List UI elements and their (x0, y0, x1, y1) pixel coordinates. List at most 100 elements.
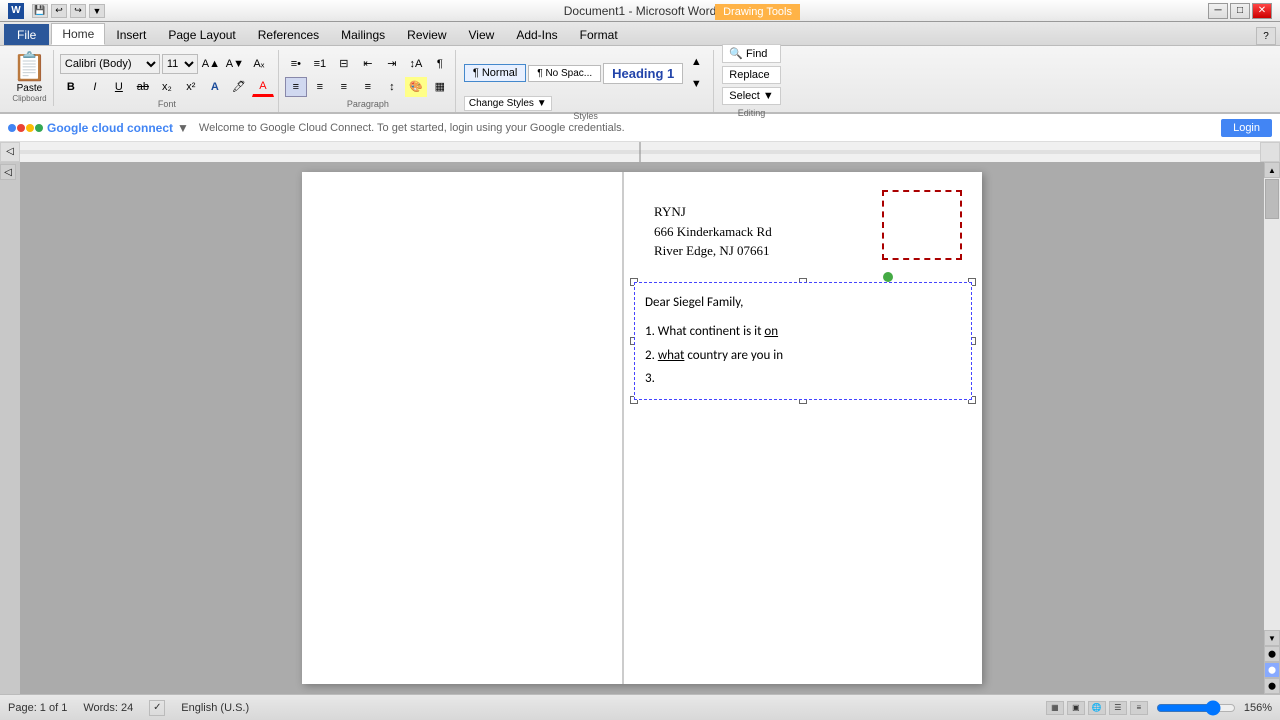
justify-btn[interactable]: ≡ (357, 77, 379, 97)
font-name-select[interactable]: Calibri (Body) (60, 54, 160, 74)
shading-btn[interactable]: 🎨 (405, 77, 427, 97)
view-full-screen[interactable]: ▣ (1067, 701, 1085, 715)
scroll-track[interactable] (1264, 178, 1280, 630)
scroll-thumb[interactable] (1265, 179, 1279, 219)
text-effects-btn[interactable]: A (204, 77, 226, 97)
tab-page-layout[interactable]: Page Layout (157, 24, 246, 45)
increase-font-btn[interactable]: A▲ (200, 54, 222, 74)
sort-btn[interactable]: ↕A (405, 54, 427, 74)
style-heading1[interactable]: Heading 1 (603, 63, 683, 84)
vertical-scrollbar: ▲ ▼ ⬤ ⬤ ⬤ (1264, 162, 1280, 694)
bullet-list-btn[interactable]: ≡• (285, 54, 307, 74)
scroll-select-browse[interactable]: ⬤ (1264, 662, 1280, 678)
border-btn[interactable]: ▦ (429, 77, 451, 97)
ruler-collapse-btn[interactable]: ◁ (0, 142, 20, 162)
align-right-btn[interactable]: ≡ (333, 77, 355, 97)
view-web[interactable]: 🌐 (1088, 701, 1106, 715)
minimize-button[interactable]: ─ (1208, 3, 1228, 19)
show-formatting-btn[interactable]: ¶ (429, 54, 451, 74)
rotation-handle[interactable] (883, 272, 893, 282)
increase-indent-btn[interactable]: ⇥ (381, 54, 403, 74)
letter-text-box[interactable]: Dear Siegel Family, 1. What continent is… (634, 282, 972, 400)
scroll-page-up[interactable]: ⬤ (1264, 646, 1280, 662)
styles-scroll-up[interactable]: ▲ (685, 52, 707, 72)
tab-mailings[interactable]: Mailings (330, 24, 396, 45)
find-btn[interactable]: 🔍 Find (722, 44, 781, 63)
decrease-indent-btn[interactable]: ⇤ (357, 54, 379, 74)
drawing-tools-label: Drawing Tools (715, 4, 800, 20)
quick-access-redo[interactable]: ↪ (70, 4, 86, 18)
styles-arrows: ▲ ▼ (685, 52, 707, 94)
decrease-font-btn[interactable]: A▼ (224, 54, 246, 74)
view-buttons: ▦ ▣ 🌐 ☰ ≡ (1046, 701, 1148, 715)
ruler-right-btn[interactable] (1260, 142, 1280, 162)
tab-add-ins[interactable]: Add-Ins (505, 24, 568, 45)
scroll-up-btn[interactable]: ▲ (1264, 162, 1280, 178)
scroll-page-down[interactable]: ⬤ (1264, 678, 1280, 694)
tab-references[interactable]: References (247, 24, 330, 45)
strikethrough-btn[interactable]: ab (132, 77, 154, 97)
replace-btn[interactable]: Replace (722, 66, 781, 84)
select-btn[interactable]: Select ▼ (722, 87, 781, 105)
spell-check-icon[interactable]: ✓ (149, 700, 165, 716)
underline-btn[interactable]: U (108, 77, 130, 97)
close-button[interactable]: ✕ (1252, 3, 1272, 19)
paragraph-group-label: Paragraph (285, 99, 451, 109)
letter-item2: 2. what country are you in (645, 344, 961, 367)
tab-format[interactable]: Format (569, 24, 629, 45)
font-size-select[interactable]: 11 (162, 54, 198, 74)
tab-view[interactable]: View (458, 24, 506, 45)
editing-group-label: Editing (722, 108, 781, 118)
document-canvas: RYNJ 666 Kinderkamack Rd River Edge, NJ … (20, 162, 1264, 694)
paste-icon[interactable]: 📋 (12, 53, 47, 81)
change-styles-btn[interactable]: Change Styles ▼ (464, 96, 552, 111)
style-normal[interactable]: ¶ Normal (464, 64, 526, 82)
view-print-layout[interactable]: ▦ (1046, 701, 1064, 715)
multilevel-list-btn[interactable]: ⊟ (333, 54, 355, 74)
align-center-btn[interactable]: ≡ (309, 77, 331, 97)
subscript-btn[interactable]: x₂ (156, 77, 178, 97)
styles-group: ¶ Normal ¶ No Spac... Heading 1 ▲ ▼ Chan… (458, 50, 714, 112)
bold-btn[interactable]: B (60, 77, 82, 97)
quick-access-undo[interactable]: ↩ (51, 4, 67, 18)
style-heading1-label: Heading 1 (612, 66, 674, 81)
zoom-slider[interactable] (1156, 700, 1236, 716)
superscript-btn[interactable]: x² (180, 77, 202, 97)
ruler (20, 142, 1260, 162)
zoom-level: 156% (1244, 702, 1272, 714)
style-normal-label: ¶ Normal (473, 67, 517, 79)
google-colored-dots (8, 124, 43, 132)
ruler-svg (20, 142, 1260, 162)
help-icon[interactable]: ? (1256, 27, 1276, 45)
scroll-down-btn[interactable]: ▼ (1264, 630, 1280, 646)
cloud-message: Welcome to Google Cloud Connect. To get … (199, 122, 625, 134)
align-left-btn[interactable]: ≡ (285, 77, 307, 97)
toolbar-area: 📋 Paste Clipboard Calibri (Body) 11 A▲ A… (0, 46, 1280, 114)
font-color-btn[interactable]: A (252, 77, 274, 97)
ribbon-tab-bar: File Home Insert Page Layout References … (0, 22, 1280, 46)
tab-review[interactable]: Review (396, 24, 457, 45)
styles-scroll-down[interactable]: ▼ (685, 74, 707, 94)
view-draft[interactable]: ≡ (1130, 701, 1148, 715)
maximize-button[interactable]: □ (1230, 3, 1250, 19)
style-no-spacing[interactable]: ¶ No Spac... (528, 65, 601, 82)
tab-file[interactable]: File (4, 24, 49, 45)
left-margin-toggle[interactable]: ◁ (0, 164, 16, 180)
clear-format-btn[interactable]: Aₓ (248, 54, 270, 74)
clipboard-label: Clipboard (12, 94, 46, 103)
italic-btn[interactable]: I (84, 77, 106, 97)
select-label: Select (729, 90, 760, 102)
text-highlight-btn[interactable]: 🖊 (228, 77, 250, 97)
login-button[interactable]: Login (1221, 119, 1272, 137)
view-outline[interactable]: ☰ (1109, 701, 1127, 715)
paste-label[interactable]: Paste (17, 83, 43, 94)
quick-access-save[interactable]: 💾 (32, 4, 48, 18)
tab-home[interactable]: Home (51, 23, 105, 45)
letter-body: Dear Siegel Family, 1. What continent is… (645, 291, 961, 391)
line-spacing-btn[interactable]: ↕ (381, 77, 403, 97)
page-right: RYNJ 666 Kinderkamack Rd River Edge, NJ … (624, 172, 982, 684)
number-list-btn[interactable]: ≡1 (309, 54, 331, 74)
quick-access-dropdown[interactable]: ▼ (89, 4, 105, 18)
tab-insert[interactable]: Insert (105, 24, 157, 45)
editing-group: 🔍 Find Replace Select ▼ Editing (716, 50, 787, 112)
